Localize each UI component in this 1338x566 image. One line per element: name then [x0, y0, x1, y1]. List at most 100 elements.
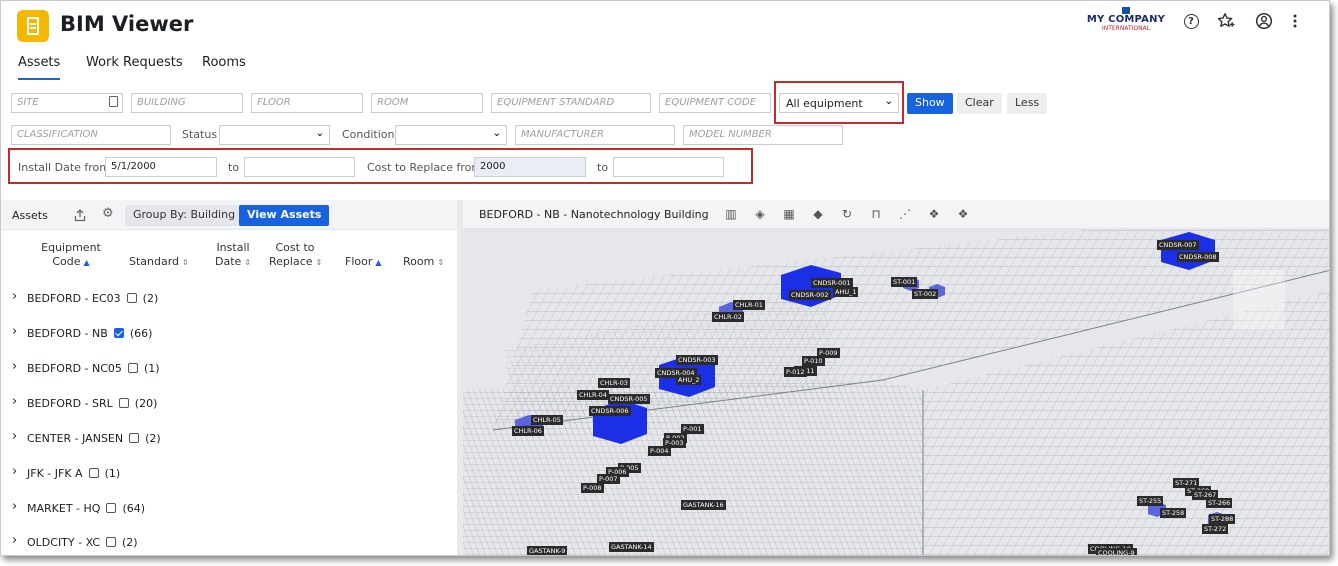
manufacturer-field[interactable]: MANUFACTURER: [515, 125, 675, 145]
group-checkbox[interactable]: [106, 537, 116, 547]
equipment-tag[interactable]: CNDSR-003: [676, 355, 718, 365]
equipment-tag[interactable]: P-004: [648, 446, 671, 456]
help-icon[interactable]: ?: [1181, 11, 1201, 31]
chevron-right-icon[interactable]: ›: [12, 324, 17, 339]
group-checkbox[interactable]: [129, 433, 140, 443]
equipment-tag[interactable]: CNDSR-006: [589, 406, 631, 416]
show-button[interactable]: Show: [907, 93, 953, 114]
equipment-tag[interactable]: ST-272: [1202, 524, 1229, 534]
group-checkbox[interactable]: [127, 363, 138, 373]
equipment-tag[interactable]: AHU_2: [676, 375, 702, 385]
chevron-right-icon[interactable]: ›: [12, 499, 17, 514]
equipment-tag[interactable]: ST-002: [912, 289, 939, 299]
rotate-icon[interactable]: ↻: [840, 207, 854, 221]
building-icon[interactable]: ▥: [724, 207, 738, 221]
group-row[interactable]: › JFK - JFK A (1): [1, 462, 457, 492]
group-row[interactable]: › BEDFORD - EC03 (2): [1, 287, 457, 317]
settings-gear-icon[interactable]: ⚙: [102, 206, 114, 221]
tab-assets[interactable]: Assets: [18, 55, 61, 80]
equipment-tag[interactable]: CHLR-06: [512, 426, 544, 436]
equipment-tag[interactable]: ST-001: [891, 277, 918, 287]
group-checkbox[interactable]: [106, 503, 117, 513]
equipment-tag[interactable]: COOLING-9: [1096, 548, 1137, 555]
room-field[interactable]: ROOM: [371, 93, 483, 113]
chevron-right-icon[interactable]: ›: [12, 359, 17, 374]
export-icon[interactable]: [74, 207, 86, 226]
model-scene[interactable]: CNDSR-007 CNDSR-008 CNDSR-001 AHU_1 CNDSR-00…: [463, 230, 1329, 555]
column-cost-to-replace[interactable]: Cost to Replace ⇕: [269, 241, 322, 270]
cost-from-field[interactable]: 2000: [474, 157, 586, 177]
equipment-tag[interactable]: CHLR-02: [712, 312, 744, 322]
equipment-code-field[interactable]: EQUIPMENT CODE: [659, 93, 771, 113]
equipment-tag[interactable]: ST-258: [1160, 508, 1187, 518]
equipment-tag[interactable]: CNDSR-002: [789, 290, 831, 300]
clear-button[interactable]: Clear: [957, 93, 1002, 114]
group-row[interactable]: › BEDFORD - NC05 (1): [1, 357, 457, 387]
view-assets-button[interactable]: View Assets: [239, 205, 330, 226]
status-select[interactable]: ⌄: [219, 125, 330, 145]
equipment-tag[interactable]: CHLR-04: [577, 390, 609, 400]
group-checkbox[interactable]: [88, 468, 99, 478]
more-vertical-icon[interactable]: [1285, 11, 1305, 31]
chevron-right-icon[interactable]: ›: [12, 533, 17, 548]
equipment-tag[interactable]: P-010: [802, 356, 825, 366]
equipment-tag[interactable]: CHLR-03: [598, 378, 630, 388]
tab-rooms[interactable]: Rooms: [202, 55, 246, 78]
group-row[interactable]: › BEDFORD - NB (66): [1, 322, 457, 352]
share-nodes-icon[interactable]: ⋰: [898, 207, 912, 221]
group-row[interactable]: › BEDFORD - SRL (20): [1, 392, 457, 422]
group-checkbox[interactable]: [113, 328, 124, 338]
install-date-to-field[interactable]: [244, 157, 355, 177]
cube-explode-icon[interactable]: ❖: [927, 207, 941, 221]
equipment-tag[interactable]: CNDSR-005: [608, 394, 650, 404]
floor-field[interactable]: FLOOR: [251, 93, 363, 113]
tab-work-requests[interactable]: Work Requests: [86, 55, 183, 78]
equipment-tag[interactable]: P-008: [581, 483, 604, 493]
tag-icon[interactable]: ◆: [811, 207, 825, 221]
column-room[interactable]: Room ⇕: [403, 255, 444, 270]
equipment-tag[interactable]: GASTANK-9: [527, 546, 568, 555]
less-button[interactable]: Less: [1007, 93, 1048, 114]
model-number-field[interactable]: MODEL NUMBER: [683, 125, 843, 145]
isolate-icon[interactable]: ❖: [956, 207, 970, 221]
cost-to-field[interactable]: [613, 157, 724, 177]
condition-select[interactable]: ⌄: [395, 125, 507, 145]
star-add-icon[interactable]: [1216, 11, 1236, 31]
install-date-from-field[interactable]: 5/1/2000: [105, 157, 217, 177]
column-equipment-code[interactable]: Equipment Code ▲: [37, 241, 105, 270]
group-by-button[interactable]: Group By: Building: [125, 205, 244, 226]
group-row[interactable]: › CENTER - JANSEN (2): [1, 427, 457, 457]
column-install-date[interactable]: Install Date ⇕: [213, 241, 253, 270]
equipment-type-select[interactable]: All equipment ⌄: [779, 93, 899, 113]
layers-icon[interactable]: ◈: [753, 207, 767, 221]
group-checkbox[interactable]: [118, 398, 129, 408]
chevron-right-icon[interactable]: ›: [12, 429, 17, 444]
equipment-tag[interactable]: CHLR-01: [733, 300, 765, 310]
site-field[interactable]: SITE: [11, 93, 123, 113]
chevron-right-icon[interactable]: ›: [12, 464, 17, 479]
section-icon[interactable]: ⊓: [869, 207, 883, 221]
equipment-tag[interactable]: ST-266: [1206, 498, 1233, 508]
equipment-tag[interactable]: CHLR-05: [531, 415, 563, 425]
equipment-tag[interactable]: GASTANK-14: [609, 542, 654, 552]
classification-field[interactable]: CLASSIFICATION: [11, 125, 171, 145]
group-row[interactable]: › MARKET - HQ (64): [1, 497, 457, 527]
group-row[interactable]: › OLDCITY - XC (2): [1, 531, 457, 555]
equipment-tag[interactable]: CNDSR-007: [1157, 240, 1199, 250]
equipment-tag[interactable]: CNDSR-008: [1177, 252, 1219, 262]
chevron-right-icon[interactable]: ›: [12, 394, 17, 409]
bim-viewer[interactable]: BEDFORD - NB - Nanotechnology Building ▥…: [463, 200, 1329, 555]
equipment-tag[interactable]: ST-288: [1209, 514, 1236, 524]
column-floor[interactable]: Floor ▲: [345, 255, 382, 270]
equipment-standard-field[interactable]: EQUIPMENT STANDARD: [491, 93, 651, 113]
site-lookup-icon[interactable]: [109, 96, 118, 107]
equipment-tag[interactable]: ST-255: [1137, 496, 1164, 506]
equipment-tag[interactable]: AHU_1: [833, 287, 859, 297]
building-field[interactable]: BUILDING: [131, 93, 243, 113]
grid-icon[interactable]: ▦: [782, 207, 796, 221]
account-icon[interactable]: [1254, 11, 1274, 31]
chevron-right-icon[interactable]: ›: [12, 289, 17, 304]
equipment-tag[interactable]: P-012: [784, 367, 807, 377]
group-checkbox[interactable]: [126, 293, 137, 303]
equipment-tag[interactable]: GASTANK-16: [681, 500, 726, 510]
